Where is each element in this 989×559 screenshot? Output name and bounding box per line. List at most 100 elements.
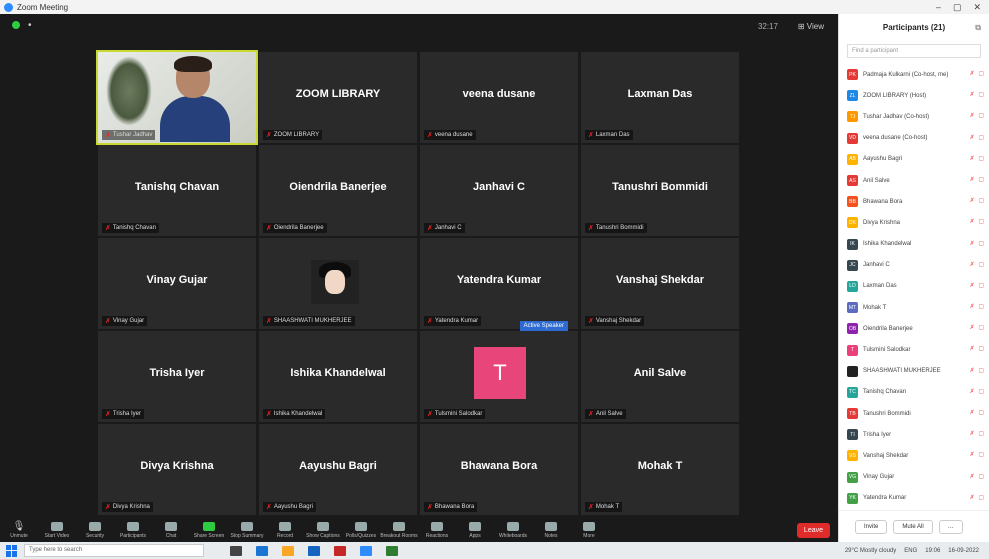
tile-label-text: Tanushri Bommidi <box>595 225 644 231</box>
participant-name: Vanshaj Shekdar <box>863 452 909 459</box>
participant-row[interactable]: PK Padmaja Kulkarni (Co-host, me) ✗ ▢ <box>839 64 989 85</box>
participant-row[interactable]: YK Yatendra Kumar ✗ ▢ <box>839 488 989 509</box>
participant-row[interactable]: T Tulsmini Salodkar ✗ ▢ <box>839 339 989 360</box>
chrome-icon[interactable] <box>334 545 346 556</box>
participant-row[interactable]: OB Oiendrila Banerjee ✗ ▢ <box>839 318 989 339</box>
toolbar-stop-summary-button[interactable]: Stop Summary <box>228 521 266 539</box>
video-tile[interactable]: Vanshaj Shekdar ✗ Vanshaj Shekdar <box>581 238 739 329</box>
participant-row[interactable]: JC Janhavi C ✗ ▢ <box>839 255 989 276</box>
tile-label-text: Trisha Iyer <box>112 411 141 417</box>
toolbar-reactions-button[interactable]: Reactions <box>418 521 456 539</box>
meeting-info-icon[interactable]: • <box>28 20 32 31</box>
video-tile[interactable]: Vinay Gujar ✗ Vinay Gujar <box>98 238 256 329</box>
video-tile[interactable]: ZOOM LIBRARY ✗ ZOOM LIBRARY <box>259 52 417 143</box>
file-explorer-icon[interactable] <box>282 545 294 556</box>
maximize-button[interactable]: ▢ <box>953 2 962 13</box>
mute-all-button[interactable]: Mute All <box>893 519 933 534</box>
muted-mic-icon: ✗ <box>588 318 594 325</box>
toolbar-notes-button[interactable]: Notes <box>532 521 570 539</box>
video-tile[interactable]: veena dusane ✗ veena dusane <box>420 52 578 143</box>
participant-row[interactable]: AS Anil Salve ✗ ▢ <box>839 170 989 191</box>
toolbar-record-button[interactable]: Record <box>266 521 304 539</box>
video-tile[interactable]: Mohak T ✗ Mohak T <box>581 424 739 515</box>
participant-row[interactable]: TB Tanushri Bommidi ✗ ▢ <box>839 403 989 424</box>
video-tile[interactable]: Anil Salve ✗ Anil Salve <box>581 331 739 422</box>
zoom-taskbar-icon[interactable] <box>360 545 372 556</box>
invite-button[interactable]: Invite <box>855 519 888 534</box>
store-icon[interactable] <box>308 545 320 556</box>
video-tile[interactable]: Laxman Das ✗ Laxman Das <box>581 52 739 143</box>
tile-display-name: Yatendra Kumar <box>456 274 542 286</box>
participant-row[interactable]: TC Tanishq Chavan ✗ ▢ <box>839 382 989 403</box>
minimize-button[interactable]: – <box>936 2 941 13</box>
excel-icon[interactable] <box>386 545 398 556</box>
taskbar-search-input[interactable]: Type here to search <box>24 544 204 557</box>
language-indicator[interactable]: ENG <box>904 548 917 554</box>
participant-row[interactable]: VD veena dusane (Co-host) ✗ ▢ <box>839 128 989 149</box>
participant-row[interactable]: MT Mohak T ✗ ▢ <box>839 297 989 318</box>
toolbar-security-button[interactable]: Security <box>76 521 114 539</box>
toolbar-breakout-rooms-button[interactable]: Breakout Rooms <box>380 521 418 539</box>
video-tile[interactable]: Tanushri Bommidi ✗ Tanushri Bommidi <box>581 145 739 236</box>
toolbar-show-captions-button[interactable]: Show Captions <box>304 521 342 539</box>
video-tile[interactable]: Tanishq Chavan ✗ Tanishq Chavan <box>98 145 256 236</box>
tile-label-text: SHAASHWATI MUKHERJEE <box>273 318 352 324</box>
video-tile[interactable]: Bhawana Bora ✗ Bhawana Bora <box>420 424 578 515</box>
security-shield-icon[interactable] <box>12 21 20 29</box>
participant-search-input[interactable]: Find a participant <box>847 44 981 58</box>
clock-time[interactable]: 19:06 <box>925 548 940 554</box>
video-tile[interactable]: Aayushu Bagri ✗ Aayushu Bagri <box>259 424 417 515</box>
windows-start-icon[interactable] <box>6 544 18 557</box>
video-tile[interactable]: ✗ SHAASHWATI MUKHERJEE <box>259 238 417 329</box>
toolbar-chat-button[interactable]: Chat <box>152 521 190 539</box>
toolbar-label: Reactions <box>425 532 449 539</box>
toolbar-more-button[interactable]: More <box>570 521 608 539</box>
video-tile[interactable]: Janhavi C ✗ Janhavi C <box>420 145 578 236</box>
participant-row[interactable]: VS Vanshaj Shekdar ✗ ▢ <box>839 445 989 466</box>
tile-label-text: Bhawana Bora <box>434 504 475 510</box>
clock-date[interactable]: 16-09-2022 <box>948 548 979 554</box>
close-button[interactable]: ✕ <box>973 2 981 13</box>
participant-row[interactable]: TI Trisha Iyer ✗ ▢ <box>839 424 989 445</box>
toolbar-whiteboards-button[interactable]: Whiteboards <box>494 521 532 539</box>
edge-browser-icon[interactable] <box>256 545 268 556</box>
toolbar-share-screen-button[interactable]: Share Screen <box>190 521 228 539</box>
participant-avatar: VS <box>847 450 858 462</box>
participant-row[interactable]: SHAASHWATI MUKHERJEE ✗ ▢ <box>839 361 989 382</box>
muted-mic-icon: ✗ <box>588 225 594 232</box>
video-tile[interactable]: Trisha Iyer ✗ Trisha Iyer <box>98 331 256 422</box>
toolbar-participants-button[interactable]: Participants <box>114 521 152 539</box>
leave-button[interactable]: Leave <box>796 522 830 538</box>
participant-row[interactable]: IK Ishika Khandelwal ✗ ▢ <box>839 234 989 255</box>
participant-name: Laxman Das <box>863 283 897 290</box>
video-tile[interactable]: Oiendrila Banerjee ✗ Oiendrila Banerjee <box>259 145 417 236</box>
participant-row[interactable]: BB Bhawana Bora ✗ ▢ <box>839 191 989 212</box>
toolbar-start-video-button[interactable]: Start Video <box>38 521 76 539</box>
participant-row[interactable]: ZL ZOOM LIBRARY (Host) ✗ ▢ <box>839 85 989 106</box>
muted-mic-icon: ✗ <box>266 132 272 139</box>
video-tile[interactable]: T Active Speaker ✗ Tulsmini Salodkar <box>420 321 578 422</box>
participant-row[interactable]: VG Vinay Gujar ✗ ▢ <box>839 467 989 488</box>
participant-row[interactable]: AB Aayushu Bagri ✗ ▢ <box>839 149 989 170</box>
view-button[interactable]: ⊞ View <box>798 22 824 31</box>
muted-status-icon: ✗ ▢ <box>969 410 985 416</box>
video-tile[interactable]: Ishika Khandelwal ✗ Ishika Khandelwal <box>259 331 417 422</box>
video-tile[interactable]: ✗ Tushar Jadhav <box>96 50 258 145</box>
participant-row[interactable]: LD Laxman Das ✗ ▢ <box>839 276 989 297</box>
toolbar-unmute-button[interactable]: 🎙 Unmute <box>0 521 38 539</box>
participant-name: veena dusane (Co-host) <box>863 135 928 142</box>
more-options-button[interactable]: … <box>938 519 963 534</box>
muted-status-icon: ✗ ▢ <box>969 134 985 141</box>
participant-name: Divya Krishna <box>863 219 901 226</box>
video-tile[interactable]: Divya Krishna ✗ Divya Krishna <box>98 424 256 515</box>
popout-icon[interactable]: ⧉ <box>975 23 981 33</box>
task-view-icon[interactable] <box>230 545 242 556</box>
video-tile[interactable]: Yatendra Kumar ✗ Yatendra Kumar <box>420 238 578 329</box>
weather-status[interactable]: 29°C Mostly cloudy <box>845 548 896 554</box>
participant-row[interactable]: DK Divya Krishna ✗ ▢ <box>839 212 989 233</box>
toolbar-polls-quizzes-button[interactable]: Polls/Quizzes <box>342 521 380 539</box>
tile-name-label: ✗ Janhavi C <box>424 223 465 233</box>
participant-row[interactable]: TJ Tushar Jadhav (Co-host) ✗ ▢ <box>839 106 989 127</box>
participant-avatar: ZL <box>847 90 858 102</box>
toolbar-apps-button[interactable]: Apps <box>456 521 494 539</box>
